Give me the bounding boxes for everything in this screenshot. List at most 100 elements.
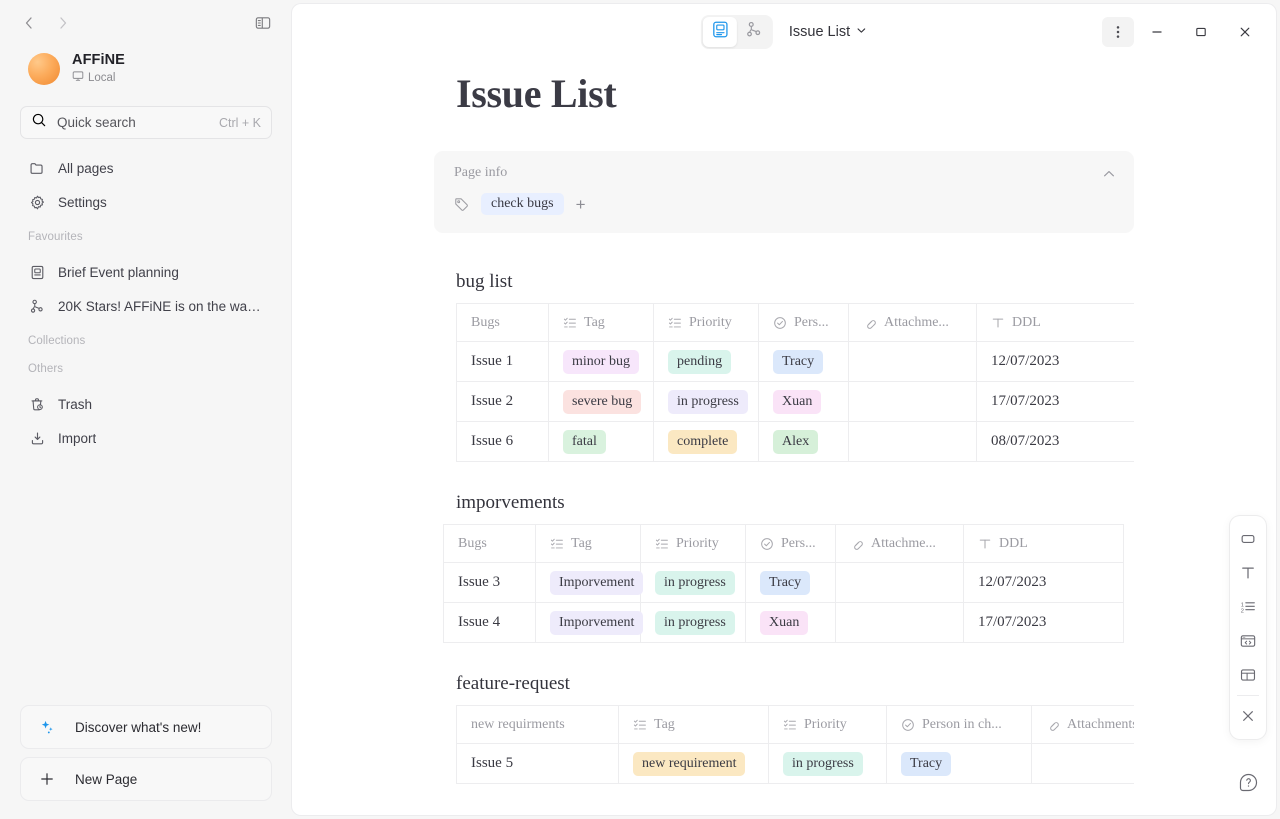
page-info-label: Page info bbox=[454, 165, 508, 180]
table-row[interactable]: Issue 3 Imporvement in progress Tracy 12/07/… bbox=[443, 562, 1124, 603]
database-title[interactable]: imporvements bbox=[434, 492, 1134, 524]
column-header[interactable]: Priority bbox=[653, 303, 759, 342]
quick-search-input[interactable]: Quick search Ctrl + K bbox=[20, 106, 272, 139]
table-cell[interactable]: minor bug bbox=[548, 341, 654, 382]
table-cell[interactable]: in progress bbox=[640, 562, 746, 603]
sidebar-item-20k-stars[interactable]: 20K Stars! AFFiNE is on the way t... bbox=[20, 289, 272, 323]
database-title[interactable]: bug list bbox=[434, 271, 1134, 303]
sidebar-item-brief-event-planning[interactable]: Brief Event planning bbox=[20, 255, 272, 289]
column-header[interactable]: Pers... bbox=[758, 303, 849, 342]
sidebar-item-settings[interactable]: Settings bbox=[20, 185, 272, 219]
table-cell[interactable]: fatal bbox=[548, 421, 654, 462]
page-mode-tab[interactable] bbox=[702, 17, 737, 47]
table-cell[interactable]: Issue 5 bbox=[456, 743, 619, 784]
editor-canvas[interactable]: Issue List Page info check bugs + bug li… bbox=[292, 60, 1276, 815]
column-header[interactable]: Bugs bbox=[443, 524, 536, 563]
column-header[interactable]: Tag bbox=[548, 303, 654, 342]
table-cell[interactable]: Imporvement bbox=[535, 602, 644, 643]
table-row[interactable]: Issue 5 new requirement in progress Tracy bbox=[456, 743, 1134, 784]
column-header[interactable]: Attachme... bbox=[835, 524, 964, 563]
table-cell[interactable]: Xuan bbox=[758, 381, 849, 422]
table-cell[interactable]: Alex bbox=[758, 421, 849, 462]
column-header[interactable]: Pers... bbox=[745, 524, 836, 563]
sidebar-item-import[interactable]: Import bbox=[20, 421, 272, 455]
column-header[interactable]: Tag bbox=[535, 524, 641, 563]
database-scroll-area[interactable]: new requirments Tag Priority Person in ch..… bbox=[456, 705, 1134, 784]
window-close-button[interactable] bbox=[1224, 13, 1266, 51]
numbered-list-tool-button[interactable]: 1 2 bbox=[1233, 590, 1263, 624]
table-cell[interactable] bbox=[835, 562, 964, 603]
table-cell[interactable]: Issue 1 bbox=[456, 341, 549, 382]
discover-whats-new-button[interactable]: Discover what's new! bbox=[20, 705, 272, 749]
new-page-button[interactable]: New Page bbox=[20, 757, 272, 801]
edgeless-mode-tab[interactable] bbox=[737, 17, 771, 47]
table-cell[interactable]: new requirement bbox=[618, 743, 769, 784]
note-tool-button[interactable] bbox=[1233, 522, 1263, 556]
layout-tool-button[interactable] bbox=[1233, 658, 1263, 692]
table-cell[interactable]: Imporvement bbox=[535, 562, 644, 603]
table-cell[interactable]: 12/07/2023 bbox=[963, 562, 1124, 603]
document-title-dropdown[interactable]: Issue List bbox=[789, 24, 867, 40]
table-cell[interactable]: Tracy bbox=[758, 341, 849, 382]
column-header[interactable]: Priority bbox=[640, 524, 746, 563]
sidebar-item-all-pages[interactable]: All pages bbox=[20, 151, 272, 185]
table-row[interactable]: Issue 1 minor bug pending Tracy 12/07/2023 bbox=[456, 341, 1134, 382]
table-cell[interactable]: Issue 3 bbox=[443, 562, 536, 603]
table-cell[interactable]: severe bug bbox=[548, 381, 654, 422]
toolbar-close-button[interactable] bbox=[1233, 699, 1263, 733]
table-cell[interactable] bbox=[848, 421, 977, 462]
page-info-collapse-button[interactable] bbox=[1100, 165, 1118, 183]
database-title[interactable]: feature-request bbox=[434, 673, 1134, 705]
table-cell[interactable]: in progress bbox=[640, 602, 746, 643]
table-cell[interactable]: Issue 4 bbox=[443, 602, 536, 643]
table-cell[interactable]: Xuan bbox=[745, 602, 836, 643]
database-scroll-area[interactable]: Bugs Tag Priority Pers... Attachme... DDL Issu… bbox=[443, 524, 1134, 643]
window-maximize-button[interactable] bbox=[1180, 13, 1222, 51]
column-header[interactable]: new requirments bbox=[456, 705, 619, 744]
database-scroll-area[interactable]: Bugs Tag Priority Pers... Attachme... DDL Issu… bbox=[456, 303, 1134, 462]
collapse-sidebar-icon[interactable] bbox=[248, 8, 278, 38]
column-header[interactable]: Tag bbox=[618, 705, 769, 744]
code-block-tool-button[interactable] bbox=[1233, 624, 1263, 658]
back-arrow-icon[interactable] bbox=[14, 8, 44, 38]
sidebar-item-trash[interactable]: Trash bbox=[20, 387, 272, 421]
add-tag-button[interactable]: + bbox=[576, 196, 586, 213]
table-row[interactable]: Issue 4 Imporvement in progress Xuan 17/07/2… bbox=[443, 602, 1124, 643]
table-cell[interactable]: Tracy bbox=[745, 562, 836, 603]
close-icon bbox=[1243, 711, 1253, 721]
forward-arrow-icon[interactable] bbox=[48, 8, 78, 38]
table-cell[interactable]: 17/07/2023 bbox=[963, 602, 1124, 643]
table-cell[interactable]: complete bbox=[653, 421, 759, 462]
table-cell[interactable]: in progress bbox=[768, 743, 887, 784]
page-title[interactable]: Issue List bbox=[434, 64, 1134, 117]
table-cell[interactable]: Tracy bbox=[886, 743, 1032, 784]
table-cell[interactable] bbox=[848, 381, 977, 422]
table-row[interactable]: Issue 2 severe bug in progress Xuan 17/07/20… bbox=[456, 381, 1134, 422]
column-header[interactable]: Bugs bbox=[456, 303, 549, 342]
help-button[interactable] bbox=[1230, 764, 1266, 800]
column-header[interactable]: Priority bbox=[768, 705, 887, 744]
table-cell[interactable]: in progress bbox=[653, 381, 759, 422]
column-header[interactable]: Attachme... bbox=[848, 303, 977, 342]
window-minimize-button[interactable] bbox=[1136, 13, 1178, 51]
table-cell[interactable]: pending bbox=[653, 341, 759, 382]
table-cell[interactable]: 08/07/2023 bbox=[976, 421, 1134, 462]
more-options-button[interactable] bbox=[1102, 17, 1134, 47]
table-row[interactable]: Issue 6 fatal complete Alex 08/07/2023 bbox=[456, 421, 1134, 462]
table-cell[interactable]: 17/07/2023 bbox=[976, 381, 1134, 422]
column-header[interactable]: Attachments bbox=[1031, 705, 1134, 744]
text-tool-button[interactable] bbox=[1233, 556, 1263, 590]
table-cell[interactable] bbox=[848, 341, 977, 382]
column-header[interactable]: Person in ch... bbox=[886, 705, 1032, 744]
column-header[interactable]: DDL bbox=[976, 303, 1134, 342]
workspace-selector[interactable]: AFFiNE Local bbox=[10, 46, 282, 96]
cell-text: Issue 1 bbox=[471, 353, 514, 369]
cell-chip: Xuan bbox=[773, 389, 822, 414]
table-cell[interactable]: Issue 6 bbox=[456, 421, 549, 462]
table-cell[interactable] bbox=[835, 602, 964, 643]
page-tag-chip[interactable]: check bugs bbox=[481, 193, 564, 215]
column-header[interactable]: DDL bbox=[963, 524, 1124, 563]
table-cell[interactable]: Issue 2 bbox=[456, 381, 549, 422]
table-cell[interactable]: 12/07/2023 bbox=[976, 341, 1134, 382]
table-cell[interactable] bbox=[1031, 743, 1134, 784]
